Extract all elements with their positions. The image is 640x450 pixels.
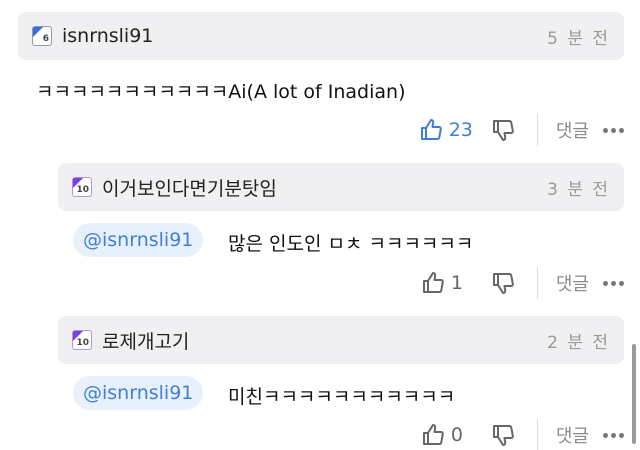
thumbs-down-icon [492,425,514,446]
thumbs-up-icon [420,119,442,140]
like-count: 1 [450,272,463,294]
more-icon[interactable] [603,432,624,438]
mention-tag[interactable]: @isnrnsli91 [73,376,204,410]
dislike-button[interactable] [491,423,515,447]
level-badge-icon: 6 [32,26,52,46]
scrollbar[interactable] [632,344,636,444]
reply-timestamp: 3 분 전 [547,179,610,200]
more-icon[interactable] [603,127,624,133]
thumbs-up-icon [422,424,444,445]
reply-header: 10 이거보인다면기분탓임 3 분 전 [58,163,624,211]
reply-username[interactable]: 로제개고기 [102,327,547,354]
like-count: 0 [450,424,463,446]
reply-button[interactable]: 댓글 [556,270,589,296]
comment-username[interactable]: isnrnsli91 [62,25,547,47]
comment-timestamp: 5 분 전 [547,28,610,49]
dislike-button[interactable] [491,118,515,142]
reply-text: 많은 인도인 ㅁㅊ ㅋㅋㅋㅋㅋㅋ [228,233,474,255]
level-badge-icon: 10 [72,177,92,197]
more-icon[interactable] [603,280,624,286]
comment-actions: 23 댓글 [419,112,624,148]
divider [536,419,538,450]
comment-header: 6 isnrnsli91 5 분 전 [18,12,624,60]
divider [536,114,538,146]
reply-username[interactable]: 이거보인다면기분탓임 [102,174,547,201]
reply-header: 10 로제개고기 2 분 전 [58,316,624,364]
thumbs-down-icon [492,273,514,294]
like-button[interactable]: 23 [419,118,473,142]
thumbs-up-icon [422,272,444,293]
like-button[interactable]: 0 [421,423,473,447]
reply-timestamp: 2 분 전 [547,332,610,353]
comment-text: ㅋㅋㅋㅋㅋㅋㅋㅋㅋㅋㅋAi(A lot of Inadian) [36,81,406,103]
reply-actions: 1 댓글 [421,265,624,301]
thumbs-down-icon [492,120,514,141]
reply-text: 미친ㅋㅋㅋㅋㅋㅋㅋㅋㅋㅋㅋ [228,386,456,408]
level-badge-icon: 10 [72,330,92,350]
reply-button[interactable]: 댓글 [556,117,589,143]
reply-actions: 0 댓글 [421,417,624,450]
mention-tag[interactable]: @isnrnsli91 [73,223,204,257]
dislike-button[interactable] [491,271,515,295]
reply-button[interactable]: 댓글 [556,422,589,448]
like-count: 23 [448,119,473,141]
divider [536,267,538,299]
like-button[interactable]: 1 [421,271,473,295]
